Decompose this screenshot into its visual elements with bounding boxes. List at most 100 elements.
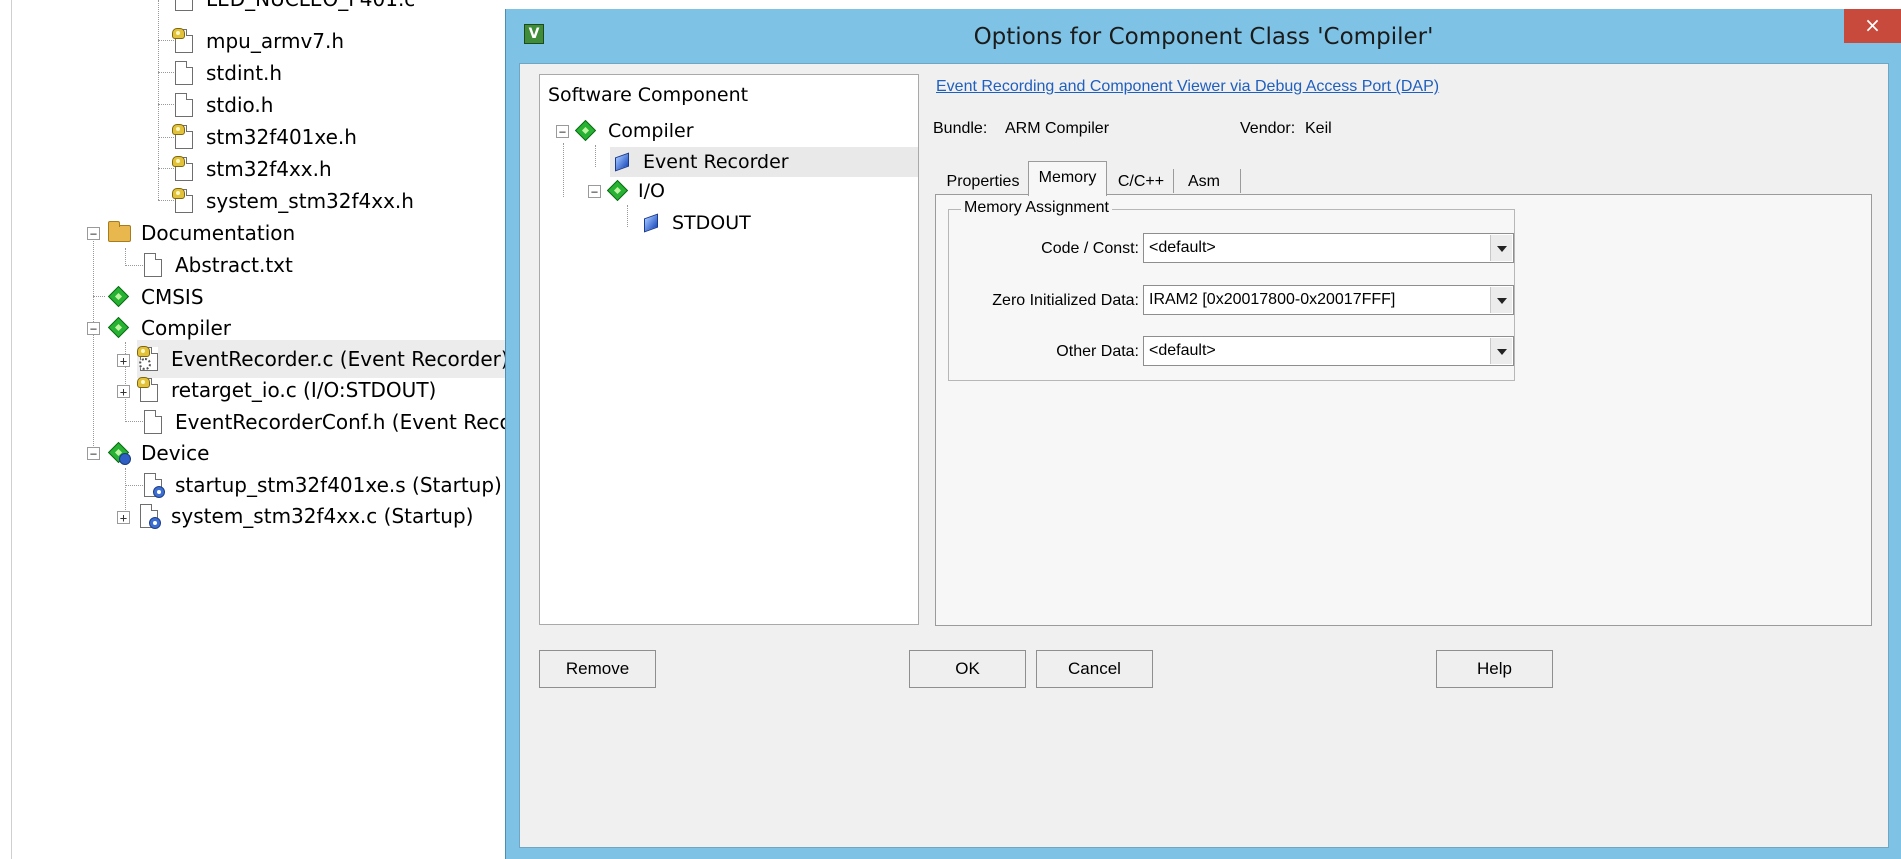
component-item-io[interactable]: I/O — [606, 176, 665, 206]
cancel-button[interactable]: Cancel — [1036, 650, 1153, 688]
chevron-down-icon[interactable] — [1490, 235, 1512, 261]
chevron-down-icon[interactable] — [1490, 287, 1512, 313]
header-file-icon — [172, 92, 196, 118]
tree-item-label: Compiler — [141, 316, 232, 340]
software-component-header: Software Component — [548, 84, 749, 106]
source-locked-file-icon — [137, 377, 161, 403]
code-const-select[interactable]: <default> — [1143, 233, 1514, 263]
tab-separator — [1173, 169, 1174, 193]
collapse-toggle[interactable]: − — [588, 185, 601, 198]
device-component-icon — [107, 440, 131, 466]
tree-guide-line — [627, 205, 628, 227]
tree-item-label: stdint.h — [206, 61, 283, 85]
collapse-toggle[interactable]: − — [87, 447, 100, 460]
header-locked-file-icon — [172, 28, 196, 54]
remove-button[interactable]: Remove — [539, 650, 656, 688]
component-item-stdout[interactable]: STDOUT — [644, 208, 751, 238]
subcomponent-gem-icon — [644, 213, 658, 233]
other-data-label: Other Data: — [1056, 343, 1139, 360]
subcomponent-gem-icon — [615, 152, 629, 172]
zero-init-data-label: Zero Initialized Data: — [992, 292, 1139, 309]
c-file-icon — [172, 0, 196, 12]
collapse-toggle[interactable]: − — [87, 227, 100, 240]
bundle-label: Bundle: — [933, 120, 988, 137]
tree-item-file[interactable]: LED_NUCLEO_F401.c — [172, 0, 415, 18]
memory-assignment-legend: Memory Assignment — [961, 199, 1112, 217]
tree-item-label: stm32f4xx.h — [206, 157, 332, 181]
memory-assignment-group: Memory Assignment Code / Const: <default… — [948, 199, 1515, 381]
component-item-label: Event Recorder — [643, 151, 789, 173]
software-component-tree[interactable]: Software Component − Compiler Event Reco… — [539, 74, 919, 625]
component-item-label: STDOUT — [672, 212, 751, 234]
config-file-icon — [141, 472, 165, 498]
tree-item-label: EventRecorderConf.h (Event Recorder) — [175, 410, 561, 434]
vendor-value: Keil — [1305, 120, 1332, 137]
tree-guide-line — [595, 145, 596, 167]
tree-item-label: system_stm32f4xx.h — [206, 189, 414, 213]
expand-toggle[interactable]: + — [117, 385, 130, 398]
collapse-toggle[interactable]: − — [87, 322, 100, 335]
tree-item-label: stm32f401xe.h — [206, 125, 357, 149]
close-button[interactable]: × — [1844, 9, 1901, 43]
tree-item-label: Device — [141, 441, 210, 465]
dialog-titlebar[interactable]: V Options for Component Class 'Compiler' — [506, 9, 1901, 65]
component-item-event-recorder[interactable]: Event Recorder — [610, 147, 918, 177]
component-options-dialog: V Options for Component Class 'Compiler'… — [505, 9, 1901, 859]
tab-c-cpp[interactable]: C/C++ — [1109, 167, 1173, 195]
tree-item-label: Documentation — [141, 221, 296, 245]
component-item-label: Compiler — [608, 120, 694, 142]
tree-item-label: retarget_io.c (I/O:STDOUT) — [171, 378, 437, 402]
other-data-select[interactable]: <default> — [1143, 336, 1514, 366]
component-item-compiler[interactable]: Compiler — [574, 116, 694, 146]
uvision-app-icon: V — [524, 24, 544, 44]
expand-toggle[interactable]: + — [117, 354, 130, 367]
zero-init-data-select[interactable]: IRAM2 [0x20017800-0x20017FFF] — [1143, 285, 1514, 315]
component-diamond-icon — [606, 178, 630, 204]
expand-toggle[interactable]: + — [117, 511, 130, 524]
zero-init-data-value: IRAM2 [0x20017800-0x20017FFF] — [1149, 291, 1396, 308]
tree-item-label: Abstract.txt — [175, 253, 293, 277]
tab-memory[interactable]: Memory — [1028, 161, 1107, 196]
vendor-label: Vendor: — [1240, 120, 1296, 137]
tab-separator — [1240, 169, 1241, 193]
tree-item-label: LED_NUCLEO_F401.c — [206, 0, 415, 11]
other-data-value: <default> — [1149, 342, 1216, 359]
tree-item-file[interactable]: system_stm32f4xx.c (Startup) — [137, 497, 473, 535]
dialog-title: Options for Component Class 'Compiler' — [973, 24, 1434, 50]
tree-item-label: system_stm32f4xx.c (Startup) — [171, 504, 474, 528]
component-diamond-icon — [574, 118, 598, 144]
header-file-icon — [141, 409, 165, 435]
bundle-value: ARM Compiler — [1005, 120, 1110, 137]
config-file-icon — [137, 503, 161, 529]
pane-divider — [11, 0, 12, 859]
tab-asm[interactable]: Asm — [1175, 167, 1233, 195]
tree-guide-line — [158, 0, 159, 200]
component-diamond-icon — [107, 315, 131, 341]
collapse-toggle[interactable]: − — [556, 125, 569, 138]
tab-properties[interactable]: Properties — [937, 167, 1029, 195]
header-locked-file-icon — [172, 188, 196, 214]
tree-guide-line — [93, 232, 94, 452]
tree-item-label: stdio.h — [206, 93, 274, 117]
chevron-down-icon[interactable] — [1490, 338, 1512, 364]
header-file-icon — [172, 60, 196, 86]
code-const-value: <default> — [1149, 239, 1216, 256]
code-const-label: Code / Const: — [1041, 240, 1139, 257]
help-button[interactable]: Help — [1436, 650, 1553, 688]
tree-guide-line — [93, 296, 105, 297]
folder-icon — [107, 220, 131, 246]
component-item-label: I/O — [638, 180, 665, 202]
header-locked-file-icon — [172, 124, 196, 150]
memory-tab-panel: Memory Assignment Code / Const: <default… — [935, 194, 1872, 626]
tree-item-label: startup_stm32f401xe.s (Startup) — [175, 473, 502, 497]
source-locked-config-file-icon — [137, 346, 161, 372]
tree-guide-line — [563, 143, 564, 197]
tree-item-label: mpu_armv7.h — [206, 29, 345, 53]
tree-item-label: CMSIS — [141, 285, 204, 309]
tree-item-label: EventRecorder.c (Event Recorder) — [171, 347, 509, 371]
header-locked-file-icon — [172, 156, 196, 182]
component-description-link[interactable]: Event Recording and Component Viewer via… — [936, 78, 1439, 96]
ok-button[interactable]: OK — [909, 650, 1026, 688]
dialog-client-area: Software Component − Compiler Event Reco… — [519, 63, 1889, 848]
text-file-icon — [141, 252, 165, 278]
